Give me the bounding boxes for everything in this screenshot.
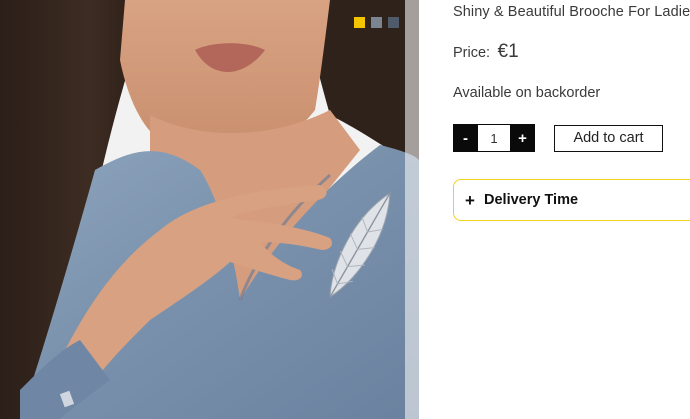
swatch-gray[interactable] [371,17,382,28]
product-info: Shiny & Beautiful Brooche For Ladies Pri… [453,0,690,419]
product-title: Shiny & Beautiful Brooche For Ladies [453,4,690,20]
quantity-input[interactable] [478,124,510,152]
delivery-time-label: Delivery Time [484,192,579,208]
product-page: Shiny & Beautiful Brooche For Ladies Pri… [0,0,690,419]
swatch-slate[interactable] [388,17,399,28]
delivery-time-accordion[interactable]: + Delivery Time [453,179,690,221]
product-photo [0,0,419,419]
increment-button[interactable]: + [510,124,535,152]
decrement-button[interactable]: - [453,124,478,152]
plus-icon: + [465,190,475,210]
color-swatches [354,17,399,28]
price-label: Price: [453,45,491,61]
purchase-row: - + Add to cart [453,124,663,152]
product-image[interactable] [0,0,419,419]
quantity-stepper: - + [453,124,535,152]
availability-status: Available on backorder [453,85,601,101]
add-to-cart-button[interactable]: Add to cart [554,124,663,152]
price-row: Price: €1 [453,41,519,63]
swatch-yellow[interactable] [354,17,365,28]
price-value: €1 [497,41,519,62]
